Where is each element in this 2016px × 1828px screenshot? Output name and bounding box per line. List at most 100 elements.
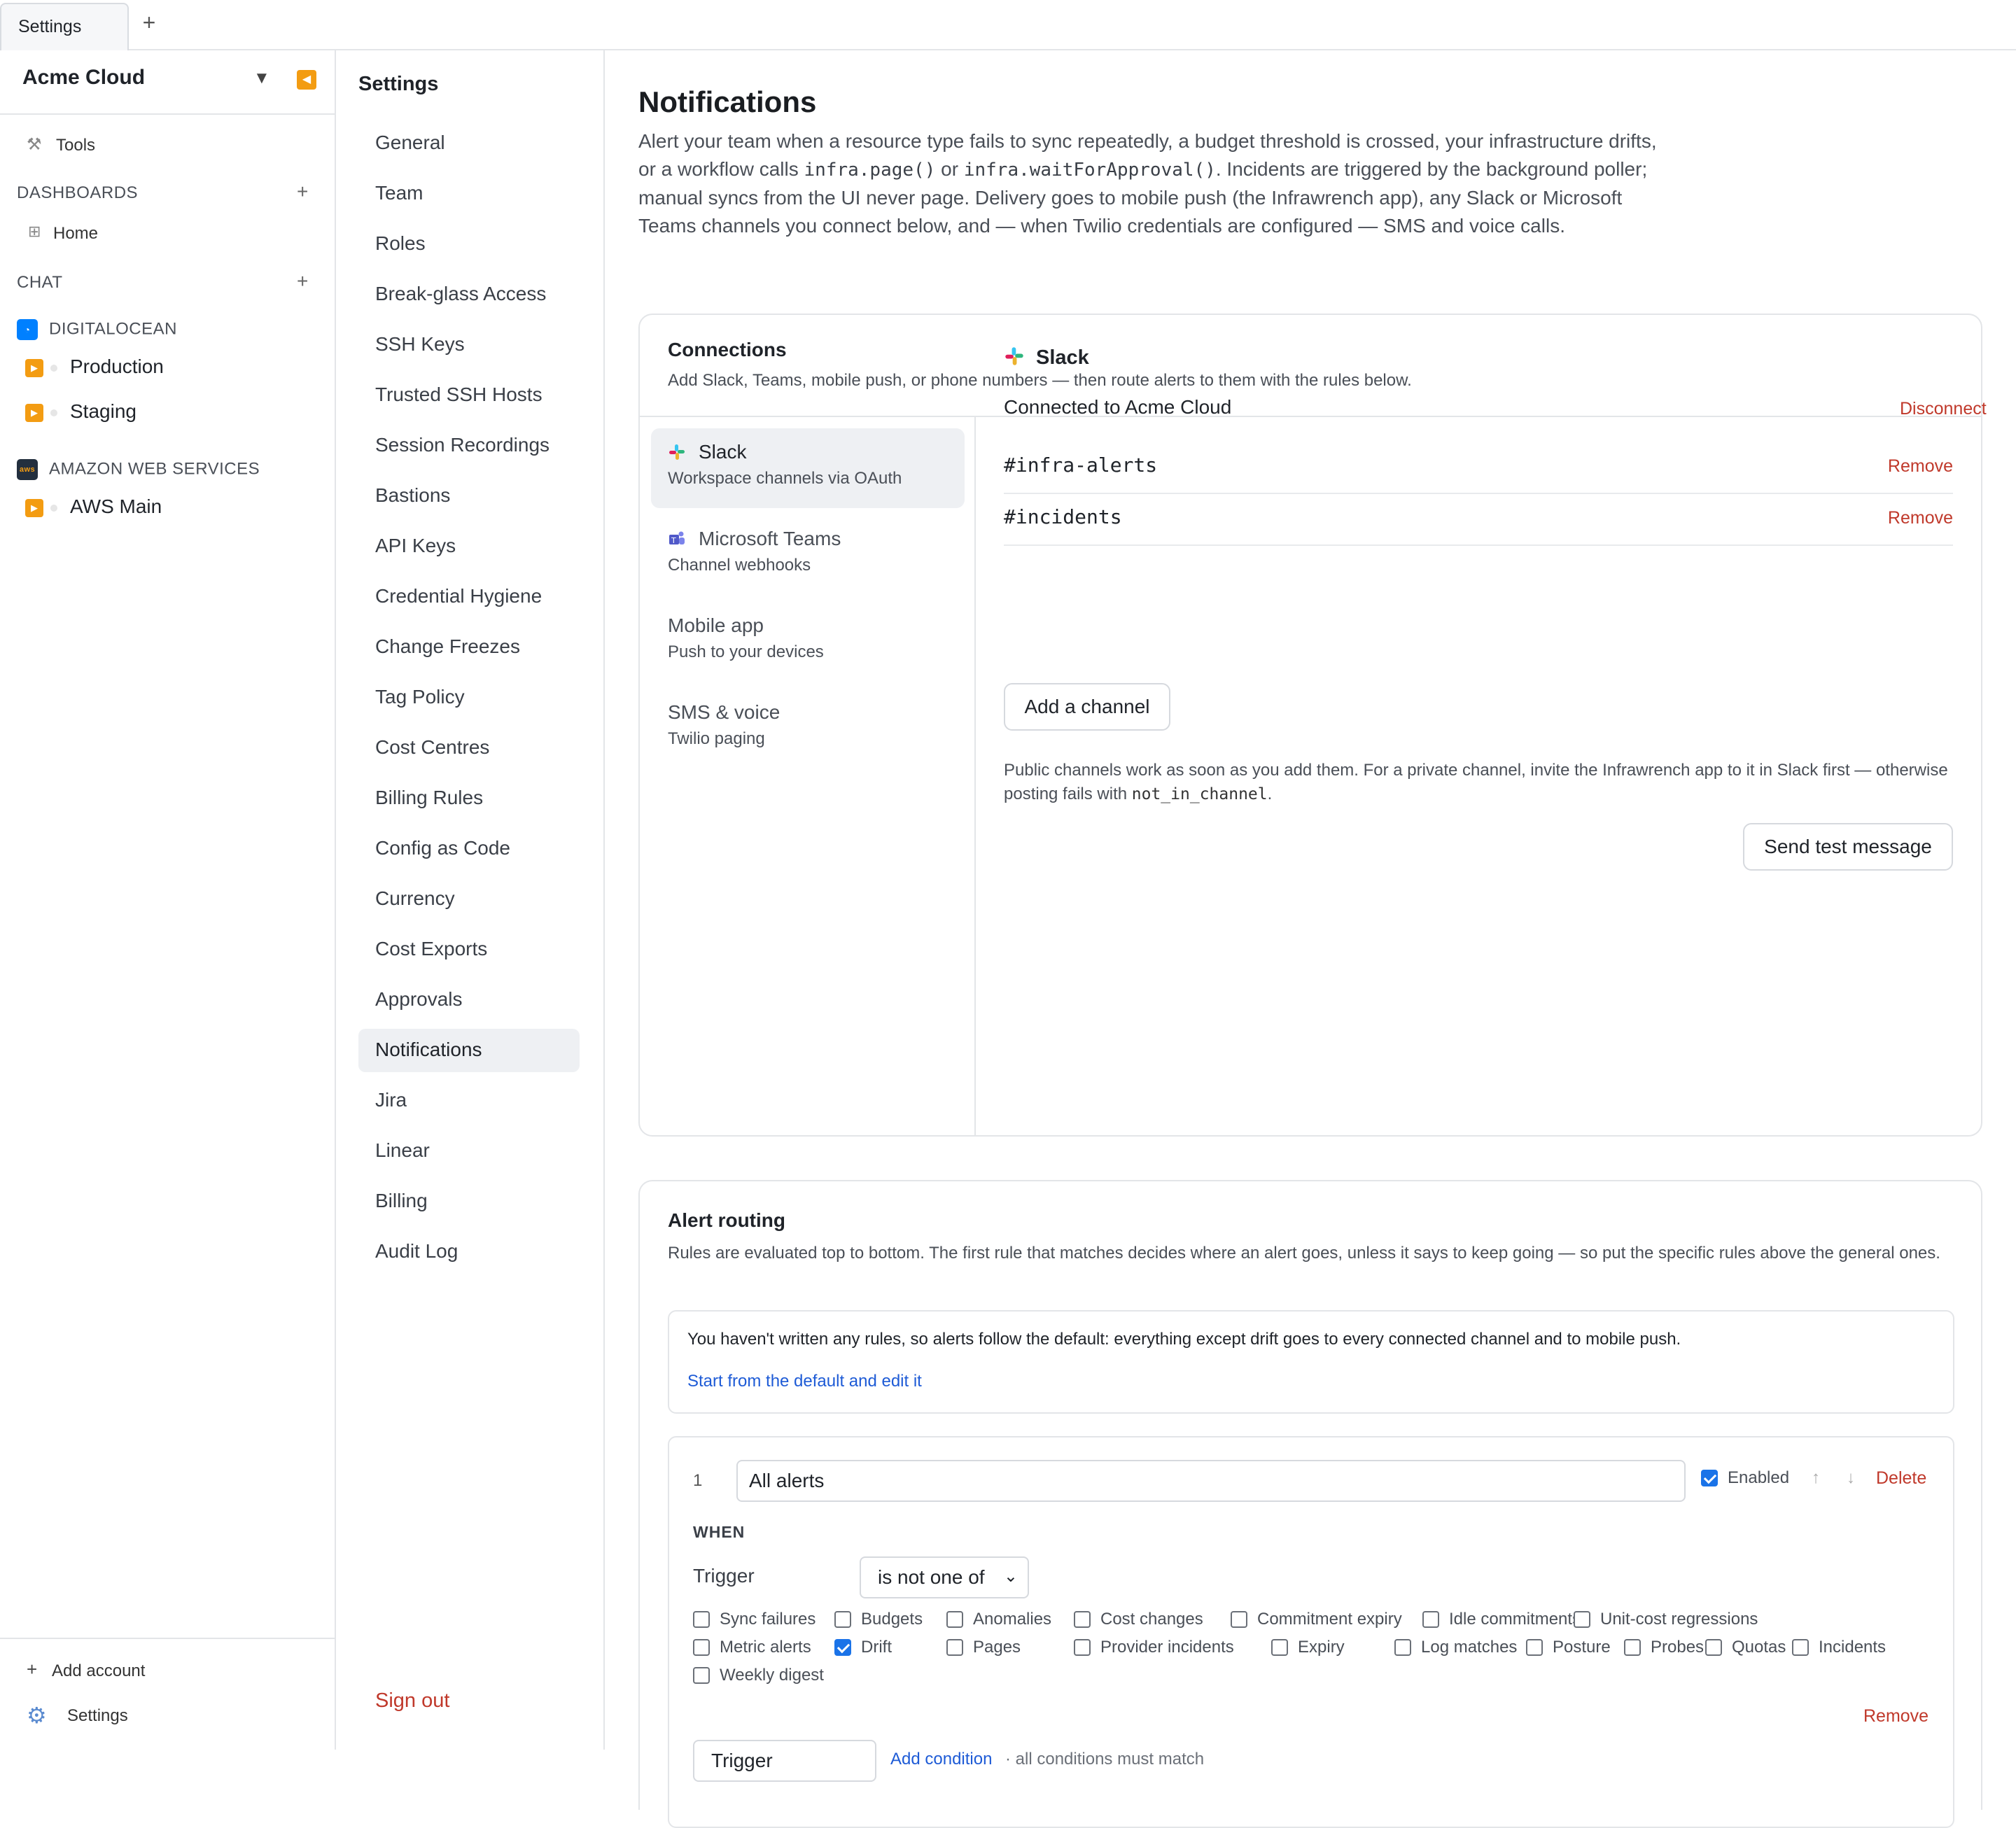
option-checkbox[interactable]	[693, 1667, 710, 1684]
trigger-option-log-matches[interactable]: Log matches	[1394, 1638, 1517, 1657]
provider-tab-sms[interactable]: SMS & voice Twilio paging	[651, 689, 965, 768]
option-checkbox[interactable]	[946, 1611, 963, 1628]
trigger-option-quotas[interactable]: Quotas	[1705, 1638, 1786, 1657]
settings-nav-item-audit-log[interactable]: Audit Log	[358, 1230, 580, 1274]
settings-nav-item-config-as-code[interactable]: Config as Code	[358, 827, 580, 871]
settings-nav-item-linear[interactable]: Linear	[358, 1130, 580, 1173]
remove-channel-button[interactable]: Remove	[1888, 508, 1953, 528]
settings-nav-item-api-keys[interactable]: API Keys	[358, 525, 580, 568]
trigger-option-unit-cost-regressions[interactable]: Unit-cost regressions	[1574, 1610, 1758, 1629]
settings-nav-item-cost-exports[interactable]: Cost Exports	[358, 928, 580, 971]
env-aws-main[interactable]: ▶ AWS Main	[25, 495, 162, 518]
trigger-option-posture[interactable]: Posture	[1526, 1638, 1611, 1657]
trigger-option-sync-failures[interactable]: Sync failures	[693, 1610, 816, 1629]
trigger-option-drift[interactable]: Drift	[834, 1638, 892, 1657]
provider-aws[interactable]: aws AMAZON WEB SERVICES	[17, 459, 260, 480]
option-checkbox[interactable]	[1624, 1639, 1641, 1656]
settings-nav-item-cost-centres[interactable]: Cost Centres	[358, 726, 580, 770]
tab-settings[interactable]: Settings	[0, 3, 129, 50]
trigger-option-commitment-expiry[interactable]: Commitment expiry	[1231, 1610, 1402, 1629]
settings-nav-item-break-glass-access[interactable]: Break-glass Access	[358, 273, 580, 316]
provider-digitalocean[interactable]: ◔ DIGITALOCEAN	[17, 319, 177, 340]
sidebar-item-tools[interactable]: ⚒ Tools	[0, 133, 335, 161]
settings-nav-item-bastions[interactable]: Bastions	[358, 474, 580, 518]
option-label: Budgets	[861, 1610, 923, 1629]
settings-nav-item-trusted-ssh-hosts[interactable]: Trusted SSH Hosts	[358, 374, 580, 417]
main-content: Notifications Alert your team when a res…	[605, 50, 2016, 1828]
option-checkbox[interactable]	[1574, 1611, 1590, 1628]
add-channel-button[interactable]: Add a channel	[1004, 683, 1170, 731]
provider-tab-slack[interactable]: Slack Workspace channels via OAuth	[651, 428, 965, 508]
send-test-message-button[interactable]: Send test message	[1743, 823, 1953, 871]
option-checkbox[interactable]	[1074, 1611, 1091, 1628]
trigger-option-anomalies[interactable]: Anomalies	[946, 1610, 1051, 1629]
option-checkbox[interactable]	[1271, 1639, 1288, 1656]
trigger-option-weekly-digest[interactable]: Weekly digest	[693, 1666, 824, 1685]
settings-nav-item-change-freezes[interactable]: Change Freezes	[358, 626, 580, 669]
settings-nav-item-general[interactable]: General	[358, 122, 580, 165]
new-tab-button[interactable]: +	[139, 10, 160, 38]
move-down-icon[interactable]: ↓	[1847, 1468, 1855, 1488]
settings-nav-item-credential-hygiene[interactable]: Credential Hygiene	[358, 575, 580, 619]
add-dashboard-button[interactable]: +	[297, 181, 308, 203]
remove-condition-button[interactable]: Remove	[1863, 1706, 1928, 1727]
alert-routing-subtitle: Rules are evaluated top to bottom. The f…	[668, 1244, 1940, 1263]
trigger-option-provider-incidents[interactable]: Provider incidents	[1074, 1638, 1234, 1657]
provider-tab-mobile[interactable]: Mobile app Push to your devices	[651, 602, 965, 682]
env-production[interactable]: ▶ Production	[25, 356, 164, 378]
settings-nav-item-notifications[interactable]: Notifications	[358, 1029, 580, 1072]
option-checkbox[interactable]	[1074, 1639, 1091, 1656]
settings-nav-item-billing-rules[interactable]: Billing Rules	[358, 777, 580, 820]
settings-nav-item-tag-policy[interactable]: Tag Policy	[358, 676, 580, 719]
condition-field-select[interactable]: Trigger	[693, 1740, 876, 1782]
sidebar-settings-button[interactable]: ⚙ Settings	[0, 1702, 335, 1733]
settings-nav-item-team[interactable]: Team	[358, 172, 580, 216]
account-name[interactable]: Acme Cloud	[22, 66, 145, 90]
trigger-option-cost-changes[interactable]: Cost changes	[1074, 1610, 1203, 1629]
settings-nav-item-ssh-keys[interactable]: SSH Keys	[358, 323, 580, 367]
add-condition-link[interactable]: Add condition	[890, 1750, 992, 1769]
option-checkbox[interactable]	[1792, 1639, 1809, 1656]
settings-nav-item-approvals[interactable]: Approvals	[358, 978, 580, 1022]
delete-rule-button[interactable]: Delete	[1876, 1468, 1926, 1489]
account-dropdown-icon[interactable]: ▼	[253, 69, 270, 88]
rule-enabled-toggle[interactable]: Enabled	[1701, 1468, 1789, 1488]
option-checkbox[interactable]	[693, 1611, 710, 1628]
settings-nav-item-jira[interactable]: Jira	[358, 1079, 580, 1123]
option-checkbox[interactable]	[1526, 1639, 1543, 1656]
sidebar-item-home[interactable]: ⊞ Home	[0, 221, 335, 249]
settings-nav-item-roles[interactable]: Roles	[358, 223, 580, 266]
option-checkbox[interactable]	[834, 1611, 851, 1628]
trigger-option-expiry[interactable]: Expiry	[1271, 1638, 1345, 1657]
move-up-icon[interactable]: ↑	[1812, 1468, 1820, 1488]
option-checkbox[interactable]	[834, 1639, 851, 1656]
trigger-option-idle-commitments[interactable]: Idle commitments	[1422, 1610, 1581, 1629]
provider-tab-teams[interactable]: T Microsoft Teams Channel webhooks	[651, 515, 965, 595]
option-checkbox[interactable]	[693, 1639, 710, 1656]
option-checkbox[interactable]	[1231, 1611, 1247, 1628]
trigger-option-incidents[interactable]: Incidents	[1792, 1638, 1886, 1657]
disconnect-button[interactable]: Disconnect	[1900, 399, 1987, 419]
option-checkbox[interactable]	[946, 1639, 963, 1656]
env-staging[interactable]: ▶ Staging	[25, 400, 136, 423]
remove-channel-button[interactable]: Remove	[1888, 456, 1953, 477]
start-from-default-link[interactable]: Start from the default and edit it	[687, 1372, 922, 1391]
trigger-option-budgets[interactable]: Budgets	[834, 1610, 923, 1629]
settings-nav-item-currency[interactable]: Currency	[358, 878, 580, 921]
enabled-checkbox[interactable]	[1701, 1470, 1718, 1486]
trigger-option-probes[interactable]: Probes	[1624, 1638, 1704, 1657]
settings-nav-item-session-recordings[interactable]: Session Recordings	[358, 424, 580, 467]
sign-out-button[interactable]: Sign out	[375, 1689, 449, 1713]
collapse-sidebar-icon[interactable]: ◀	[297, 70, 316, 90]
trigger-option-metric-alerts[interactable]: Metric alerts	[693, 1638, 811, 1657]
option-checkbox[interactable]	[1394, 1639, 1411, 1656]
trigger-operator-select[interactable]: is not one of ⌄	[860, 1556, 1029, 1598]
rule-name-input[interactable]: All alerts	[736, 1460, 1686, 1502]
provider-tab-label: Mobile app	[668, 614, 764, 636]
add-account-button[interactable]: + Add account	[0, 1659, 335, 1687]
option-checkbox[interactable]	[1705, 1639, 1722, 1656]
settings-nav-item-billing[interactable]: Billing	[358, 1180, 580, 1223]
option-checkbox[interactable]	[1422, 1611, 1439, 1628]
add-chat-button[interactable]: +	[297, 270, 308, 293]
trigger-option-pages[interactable]: Pages	[946, 1638, 1021, 1657]
